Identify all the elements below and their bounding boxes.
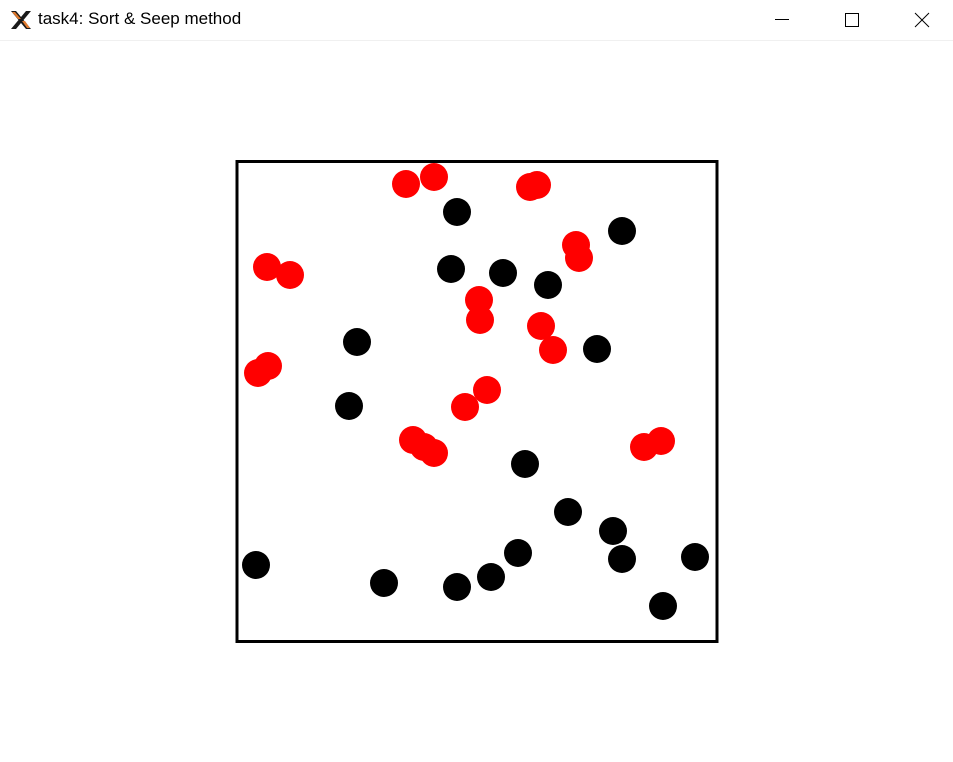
client-area [0,41,953,762]
black-ball [608,545,636,573]
red-ball [473,376,501,404]
black-ball [443,198,471,226]
red-ball [539,336,567,364]
red-ball [276,261,304,289]
minimize-icon [775,19,789,20]
black-ball [608,217,636,245]
red-ball [392,170,420,198]
red-ball [523,171,551,199]
red-ball [565,244,593,272]
ball-field[interactable] [0,41,953,762]
red-ball [420,439,448,467]
black-ball [477,563,505,591]
black-ball [504,539,532,567]
red-ball [466,306,494,334]
black-ball [649,592,677,620]
close-button[interactable] [899,0,945,40]
black-ball [489,259,517,287]
black-ball [242,551,270,579]
window-title: task4: Sort & Seep method [38,9,242,28]
red-ball [451,393,479,421]
black-ball [343,328,371,356]
black-ball [335,392,363,420]
balls-layer [242,163,709,620]
black-ball [534,271,562,299]
x-window-icon [11,11,31,29]
red-ball [244,359,272,387]
black-ball [681,543,709,571]
red-ball [420,163,448,191]
black-ball [554,498,582,526]
black-ball [511,450,539,478]
maximize-icon [845,13,859,27]
red-ball [630,433,658,461]
black-ball [437,255,465,283]
minimize-button[interactable] [759,0,805,40]
black-ball [370,569,398,597]
red-ball [527,312,555,340]
close-icon [914,12,930,28]
black-ball [599,517,627,545]
black-ball [443,573,471,601]
black-ball [583,335,611,363]
maximize-button[interactable] [829,0,875,40]
title-bar[interactable]: task4: Sort & Seep method [0,0,953,41]
